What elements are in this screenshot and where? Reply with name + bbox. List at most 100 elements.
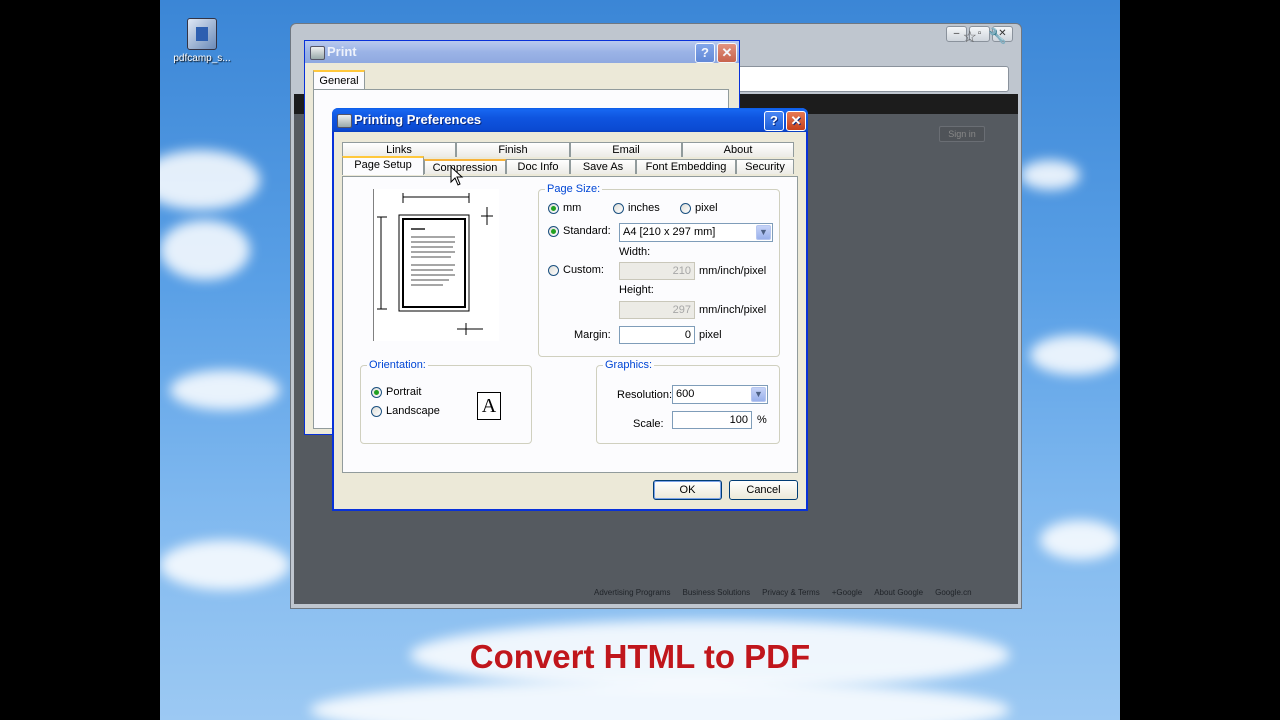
unit-pixel-radio[interactable]: pixel <box>680 202 718 214</box>
width-unit-label: mm/inch/pixel <box>699 265 767 277</box>
tab-row-back: Links Finish Email About <box>342 142 794 157</box>
margin-unit-label: pixel <box>699 329 722 341</box>
sign-in-button[interactable]: Sign in <box>939 126 985 142</box>
page-preview <box>372 189 499 341</box>
radio-indicator <box>548 264 559 276</box>
installer-icon <box>187 18 217 50</box>
height-input[interactable]: 297 <box>619 301 695 319</box>
printer-icon <box>337 114 352 128</box>
help-button[interactable]: ? <box>695 43 715 63</box>
radio-indicator <box>548 225 559 237</box>
footer-link[interactable]: Privacy & Terms <box>762 588 820 597</box>
prefs-titlebar: Printing Preferences ? ✕ <box>332 108 808 132</box>
resolution-value: 600 <box>676 388 695 400</box>
chevron-down-icon[interactable]: ▼ <box>756 225 771 240</box>
unit-inches-radio[interactable]: inches <box>613 202 660 214</box>
page-size-label: Page Size: <box>545 183 603 195</box>
footer-links: Advertising Programs Business Solutions … <box>594 588 972 597</box>
close-button[interactable]: ✕ <box>786 111 806 131</box>
tab-compression[interactable]: Compression <box>424 159 506 174</box>
page-setup-panel: Page Size: mm inches pixel Standard: A4 … <box>342 176 798 473</box>
close-button[interactable]: ✕ <box>717 43 737 63</box>
resolution-label: Resolution: <box>617 389 673 401</box>
cloud <box>160 220 250 280</box>
tab-about[interactable]: About <box>682 142 794 157</box>
cloud <box>160 540 290 590</box>
margin-label: Margin: <box>574 329 611 341</box>
custom-label: Custom: <box>563 264 604 276</box>
desktop-shortcut[interactable]: pdfcamp_s... <box>168 18 236 64</box>
desktop-shortcut-label: pdfcamp_s... <box>173 53 231 64</box>
tab-general[interactable]: General <box>313 70 365 90</box>
graphics-label: Graphics: <box>603 359 655 371</box>
radio-indicator <box>371 405 382 417</box>
cloud <box>160 150 260 210</box>
unit-inches-label: inches <box>628 202 660 214</box>
portrait-radio[interactable]: Portrait <box>371 386 421 398</box>
mouse-cursor-icon <box>450 166 464 186</box>
cloud <box>1020 160 1080 190</box>
tab-row-front: Page Setup Compression Doc Info Save As … <box>342 156 794 175</box>
printing-preferences-dialog: Printing Preferences ? ✕ Links Finish Em… <box>332 108 808 511</box>
cloud <box>1040 520 1120 560</box>
tab-doc-info[interactable]: Doc Info <box>506 159 570 174</box>
cloud <box>1030 335 1120 375</box>
radio-indicator <box>371 386 382 398</box>
footer-link[interactable]: Business Solutions <box>682 588 750 597</box>
standard-radio[interactable]: Standard: <box>548 225 611 237</box>
unit-mm-radio[interactable]: mm <box>548 202 581 214</box>
unit-pixel-label: pixel <box>695 202 718 214</box>
tab-security[interactable]: Security <box>736 159 794 174</box>
unit-mm-label: mm <box>563 202 582 214</box>
standard-label: Standard: <box>563 225 611 237</box>
bookmark-star-icon[interactable]: ☆ <box>963 27 977 47</box>
orientation-preview-icon: A <box>477 392 501 420</box>
footer-link[interactable]: +Google <box>832 588 862 597</box>
tab-page-setup[interactable]: Page Setup <box>342 156 424 175</box>
footer-link[interactable]: Google.cn <box>935 588 971 597</box>
footer-link[interactable]: Advertising Programs <box>594 588 670 597</box>
landscape-label: Landscape <box>386 405 440 417</box>
cloud <box>310 680 1010 720</box>
width-label: Width: <box>619 246 651 258</box>
graphics-group: Graphics: Resolution: 600 ▼ Scale: 100 % <box>596 359 780 444</box>
radio-indicator <box>613 202 624 214</box>
tab-email[interactable]: Email <box>570 142 682 157</box>
help-button[interactable]: ? <box>764 111 784 131</box>
footer-link[interactable]: About Google <box>874 588 923 597</box>
printer-icon <box>310 46 325 60</box>
resolution-select[interactable]: 600 ▼ <box>672 385 768 404</box>
tab-finish[interactable]: Finish <box>456 142 570 157</box>
scale-label: Scale: <box>633 418 664 430</box>
ok-button[interactable]: OK <box>653 480 722 500</box>
radio-indicator <box>680 202 691 214</box>
cloud <box>170 370 280 410</box>
print-dialog-title: Print <box>327 44 357 59</box>
chevron-down-icon[interactable]: ▼ <box>751 387 766 402</box>
prefs-title: Printing Preferences <box>354 112 482 127</box>
tab-save-as[interactable]: Save As <box>570 159 636 174</box>
scale-unit-label: % <box>757 414 767 426</box>
print-dialog-titlebar: Print ? ✕ <box>305 41 739 63</box>
portrait-label: Portrait <box>386 386 422 398</box>
page-size-group: Page Size: mm inches pixel Standard: A4 … <box>538 183 780 357</box>
address-bar[interactable] <box>737 66 1009 92</box>
height-unit-label: mm/inch/pixel <box>699 304 767 316</box>
standard-size-value: A4 [210 x 297 mm] <box>623 226 716 238</box>
width-input[interactable]: 210 <box>619 262 695 280</box>
wrench-icon[interactable]: 🔧 <box>988 27 1007 45</box>
tab-font-embedding[interactable]: Font Embedding <box>636 159 736 174</box>
height-label: Height: <box>619 284 654 296</box>
scale-input[interactable]: 100 <box>672 411 752 429</box>
radio-indicator <box>548 202 559 214</box>
landscape-radio[interactable]: Landscape <box>371 405 440 417</box>
cancel-button[interactable]: Cancel <box>729 480 798 500</box>
orientation-group: Orientation: Portrait Landscape A <box>360 359 532 444</box>
margin-input[interactable]: 0 <box>619 326 695 344</box>
orientation-label: Orientation: <box>367 359 428 371</box>
video-caption: Convert HTML to PDF <box>469 638 811 675</box>
page-layout-diagram <box>372 189 493 341</box>
tab-links[interactable]: Links <box>342 142 456 157</box>
standard-size-select[interactable]: A4 [210 x 297 mm] ▼ <box>619 223 773 242</box>
custom-radio[interactable]: Custom: <box>548 264 604 276</box>
